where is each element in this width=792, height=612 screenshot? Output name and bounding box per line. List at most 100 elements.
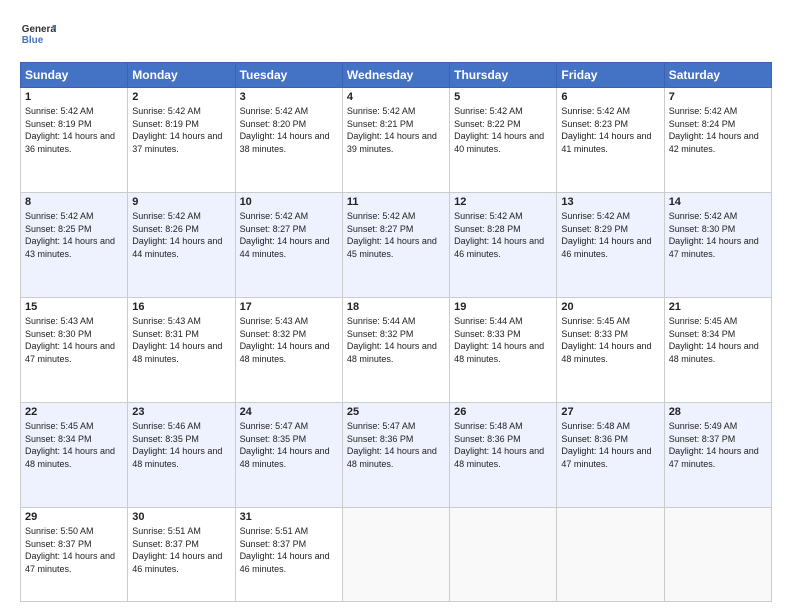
day-info: Sunrise: 5:45 AMSunset: 8:33 PMDaylight:… (561, 315, 659, 365)
day-number: 3 (240, 91, 338, 103)
calendar-table: Sunday Monday Tuesday Wednesday Thursday… (20, 62, 772, 602)
col-sunday: Sunday (21, 63, 128, 88)
table-row: 5 Sunrise: 5:42 AMSunset: 8:22 PMDaylight… (450, 88, 557, 193)
day-info: Sunrise: 5:42 AMSunset: 8:19 PMDaylight:… (132, 105, 230, 155)
day-number: 5 (454, 91, 552, 103)
table-row: 27Sunrise: 5:48 AMSunset: 8:36 PMDayligh… (557, 403, 664, 508)
page: General Blue Sunday Monday Tuesday Wedne… (0, 0, 792, 612)
day-number: 12 (454, 196, 552, 208)
col-saturday: Saturday (664, 63, 771, 88)
day-info: Sunrise: 5:48 AMSunset: 8:36 PMDaylight:… (454, 420, 552, 470)
day-info: Sunrise: 5:51 AMSunset: 8:37 PMDaylight:… (240, 525, 338, 575)
table-row: 13Sunrise: 5:42 AMSunset: 8:29 PMDayligh… (557, 193, 664, 298)
table-row: 1 Sunrise: 5:42 AMSunset: 8:19 PMDaylight… (21, 88, 128, 193)
day-number: 24 (240, 406, 338, 418)
day-number: 10 (240, 196, 338, 208)
day-info: Sunrise: 5:51 AMSunset: 8:37 PMDaylight:… (132, 525, 230, 575)
day-info: Sunrise: 5:50 AMSunset: 8:37 PMDaylight:… (25, 525, 123, 575)
table-row: 22 Sunrise: 5:45 AMSunset: 8:34 PMDayligh… (21, 403, 128, 508)
day-info: Sunrise: 5:42 AMSunset: 8:20 PMDaylight:… (240, 105, 338, 155)
day-number: 6 (561, 91, 659, 103)
day-info: Sunrise: 5:45 AMSunset: 8:34 PMDaylight:… (25, 420, 123, 470)
table-row: 3 Sunrise: 5:42 AMSunset: 8:20 PMDaylight… (235, 88, 342, 193)
table-row: 23 Sunrise: 5:46 AMSunset: 8:35 PMDayligh… (128, 403, 235, 508)
table-row (664, 508, 771, 602)
table-row (557, 508, 664, 602)
logo: General Blue (20, 16, 60, 52)
table-row: 11Sunrise: 5:42 AMSunset: 8:27 PMDayligh… (342, 193, 449, 298)
table-row: 8Sunrise: 5:42 AMSunset: 8:25 PMDaylight… (21, 193, 128, 298)
day-number: 20 (561, 301, 659, 313)
day-info: Sunrise: 5:45 AMSunset: 8:34 PMDaylight:… (669, 315, 767, 365)
table-row: 30 Sunrise: 5:51 AMSunset: 8:37 PMDayligh… (128, 508, 235, 602)
table-row: 21 Sunrise: 5:45 AMSunset: 8:34 PMDayligh… (664, 298, 771, 403)
table-row: 20 Sunrise: 5:45 AMSunset: 8:33 PMDayligh… (557, 298, 664, 403)
day-info: Sunrise: 5:49 AMSunset: 8:37 PMDaylight:… (669, 420, 767, 470)
table-row: 28 Sunrise: 5:49 AMSunset: 8:37 PMDayligh… (664, 403, 771, 508)
day-number: 30 (132, 511, 230, 523)
col-tuesday: Tuesday (235, 63, 342, 88)
day-info: Sunrise: 5:42 AMSunset: 8:19 PMDaylight:… (25, 105, 123, 155)
day-info: Sunrise: 5:42 AMSunset: 8:25 PMDaylight:… (25, 210, 123, 260)
table-row: 25Sunrise: 5:47 AMSunset: 8:36 PMDayligh… (342, 403, 449, 508)
day-number: 23 (132, 406, 230, 418)
day-info: Sunrise: 5:42 AMSunset: 8:26 PMDaylight:… (132, 210, 230, 260)
day-number: 19 (454, 301, 552, 313)
table-row: 17 Sunrise: 5:43 AMSunset: 8:32 PMDayligh… (235, 298, 342, 403)
table-row: 9Sunrise: 5:42 AMSunset: 8:26 PMDaylight… (128, 193, 235, 298)
day-info: Sunrise: 5:42 AMSunset: 8:23 PMDaylight:… (561, 105, 659, 155)
day-info: Sunrise: 5:43 AMSunset: 8:30 PMDaylight:… (25, 315, 123, 365)
logo-icon: General Blue (20, 16, 56, 52)
table-row: 15 Sunrise: 5:43 AMSunset: 8:30 PMDayligh… (21, 298, 128, 403)
day-number: 15 (25, 301, 123, 313)
day-info: Sunrise: 5:42 AMSunset: 8:27 PMDaylight:… (347, 210, 445, 260)
col-thursday: Thursday (450, 63, 557, 88)
col-friday: Friday (557, 63, 664, 88)
day-number: 22 (25, 406, 123, 418)
table-row: 18 Sunrise: 5:44 AMSunset: 8:32 PMDayligh… (342, 298, 449, 403)
day-info: Sunrise: 5:42 AMSunset: 8:24 PMDaylight:… (669, 105, 767, 155)
day-number: 21 (669, 301, 767, 313)
day-info: Sunrise: 5:43 AMSunset: 8:31 PMDaylight:… (132, 315, 230, 365)
day-number: 31 (240, 511, 338, 523)
table-row: 10 Sunrise: 5:42 AMSunset: 8:27 PMDayligh… (235, 193, 342, 298)
table-row: 19 Sunrise: 5:44 AMSunset: 8:33 PMDayligh… (450, 298, 557, 403)
day-number: 18 (347, 301, 445, 313)
svg-text:Blue: Blue (22, 35, 44, 46)
day-info: Sunrise: 5:47 AMSunset: 8:35 PMDaylight:… (240, 420, 338, 470)
day-info: Sunrise: 5:46 AMSunset: 8:35 PMDaylight:… (132, 420, 230, 470)
day-info: Sunrise: 5:42 AMSunset: 8:29 PMDaylight:… (561, 210, 659, 260)
day-info: Sunrise: 5:43 AMSunset: 8:32 PMDaylight:… (240, 315, 338, 365)
day-info: Sunrise: 5:42 AMSunset: 8:22 PMDaylight:… (454, 105, 552, 155)
table-row: 24 Sunrise: 5:47 AMSunset: 8:35 PMDayligh… (235, 403, 342, 508)
col-monday: Monday (128, 63, 235, 88)
day-info: Sunrise: 5:42 AMSunset: 8:21 PMDaylight:… (347, 105, 445, 155)
day-number: 25 (347, 406, 445, 418)
day-info: Sunrise: 5:44 AMSunset: 8:33 PMDaylight:… (454, 315, 552, 365)
table-row (450, 508, 557, 602)
table-row: 16Sunrise: 5:43 AMSunset: 8:31 PMDayligh… (128, 298, 235, 403)
table-row: 14 Sunrise: 5:42 AMSunset: 8:30 PMDayligh… (664, 193, 771, 298)
table-row: 31 Sunrise: 5:51 AMSunset: 8:37 PMDayligh… (235, 508, 342, 602)
table-row: 2Sunrise: 5:42 AMSunset: 8:19 PMDaylight… (128, 88, 235, 193)
day-number: 1 (25, 91, 123, 103)
day-number: 28 (669, 406, 767, 418)
svg-text:General: General (22, 24, 56, 35)
day-number: 7 (669, 91, 767, 103)
table-row: 29 Sunrise: 5:50 AMSunset: 8:37 PMDayligh… (21, 508, 128, 602)
day-number: 29 (25, 511, 123, 523)
table-row: 4Sunrise: 5:42 AMSunset: 8:21 PMDaylight… (342, 88, 449, 193)
table-row (342, 508, 449, 602)
calendar-header-row: Sunday Monday Tuesday Wednesday Thursday… (21, 63, 772, 88)
day-info: Sunrise: 5:42 AMSunset: 8:30 PMDaylight:… (669, 210, 767, 260)
table-row: 7 Sunrise: 5:42 AMSunset: 8:24 PMDaylight… (664, 88, 771, 193)
table-row: 26 Sunrise: 5:48 AMSunset: 8:36 PMDayligh… (450, 403, 557, 508)
day-info: Sunrise: 5:44 AMSunset: 8:32 PMDaylight:… (347, 315, 445, 365)
day-number: 14 (669, 196, 767, 208)
day-info: Sunrise: 5:42 AMSunset: 8:27 PMDaylight:… (240, 210, 338, 260)
col-wednesday: Wednesday (342, 63, 449, 88)
day-number: 27 (561, 406, 659, 418)
day-number: 26 (454, 406, 552, 418)
day-info: Sunrise: 5:42 AMSunset: 8:28 PMDaylight:… (454, 210, 552, 260)
day-number: 17 (240, 301, 338, 313)
